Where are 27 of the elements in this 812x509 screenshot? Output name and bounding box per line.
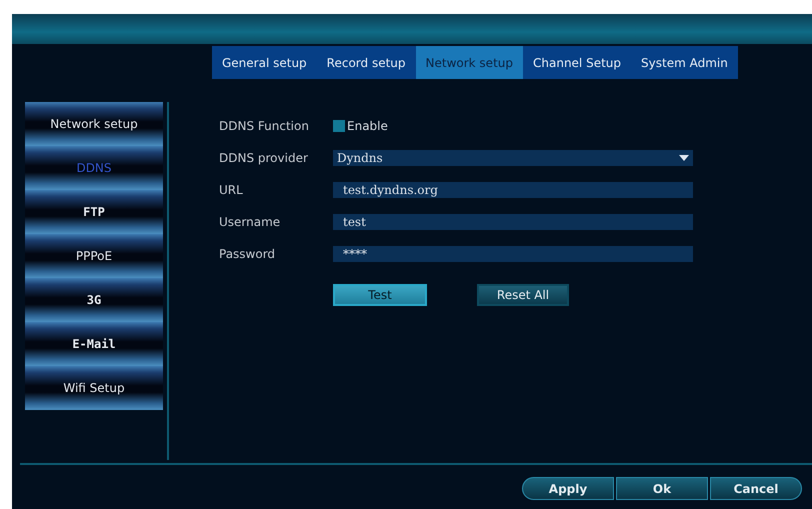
settings-tab[interactable]: Channel Setup: [523, 46, 632, 79]
enable-checkbox[interactable]: [333, 120, 345, 132]
settings-tab[interactable]: Record setup: [316, 46, 416, 79]
field-label: URL: [219, 183, 244, 197]
sidebar-item[interactable]: FTP: [25, 190, 163, 234]
sidebar-item[interactable]: E-Mail: [25, 322, 163, 366]
sidebar-item[interactable]: Wifi Setup: [25, 366, 163, 410]
checkbox-label: Enable: [347, 119, 388, 133]
field-label: DDNS provider: [219, 151, 309, 165]
settings-tab[interactable]: General setup: [212, 46, 317, 79]
form-button[interactable]: Test: [333, 284, 427, 306]
settings-tab[interactable]: System Admin: [631, 46, 738, 79]
form-button[interactable]: Reset All: [477, 284, 569, 306]
sidebar-item[interactable]: 3G: [25, 278, 163, 322]
field-label: Password: [219, 247, 276, 261]
footer-button[interactable]: Ok: [616, 477, 708, 500]
input-field[interactable]: test: [333, 214, 693, 230]
field-label: Username: [219, 215, 282, 229]
footer-button[interactable]: Cancel: [710, 477, 802, 500]
field-label: DDNS Function: [219, 119, 310, 133]
password-field[interactable]: ****: [333, 246, 693, 262]
dropdown-caret-icon: [679, 154, 689, 162]
input-field[interactable]: test.dyndns.org: [333, 182, 693, 198]
footer-button[interactable]: Apply: [522, 477, 614, 500]
provider-dropdown[interactable]: Dyndns: [333, 150, 693, 166]
sidebar-item[interactable]: PPPoE: [25, 234, 163, 278]
sidebar-item[interactable]: Network setup: [25, 102, 163, 146]
